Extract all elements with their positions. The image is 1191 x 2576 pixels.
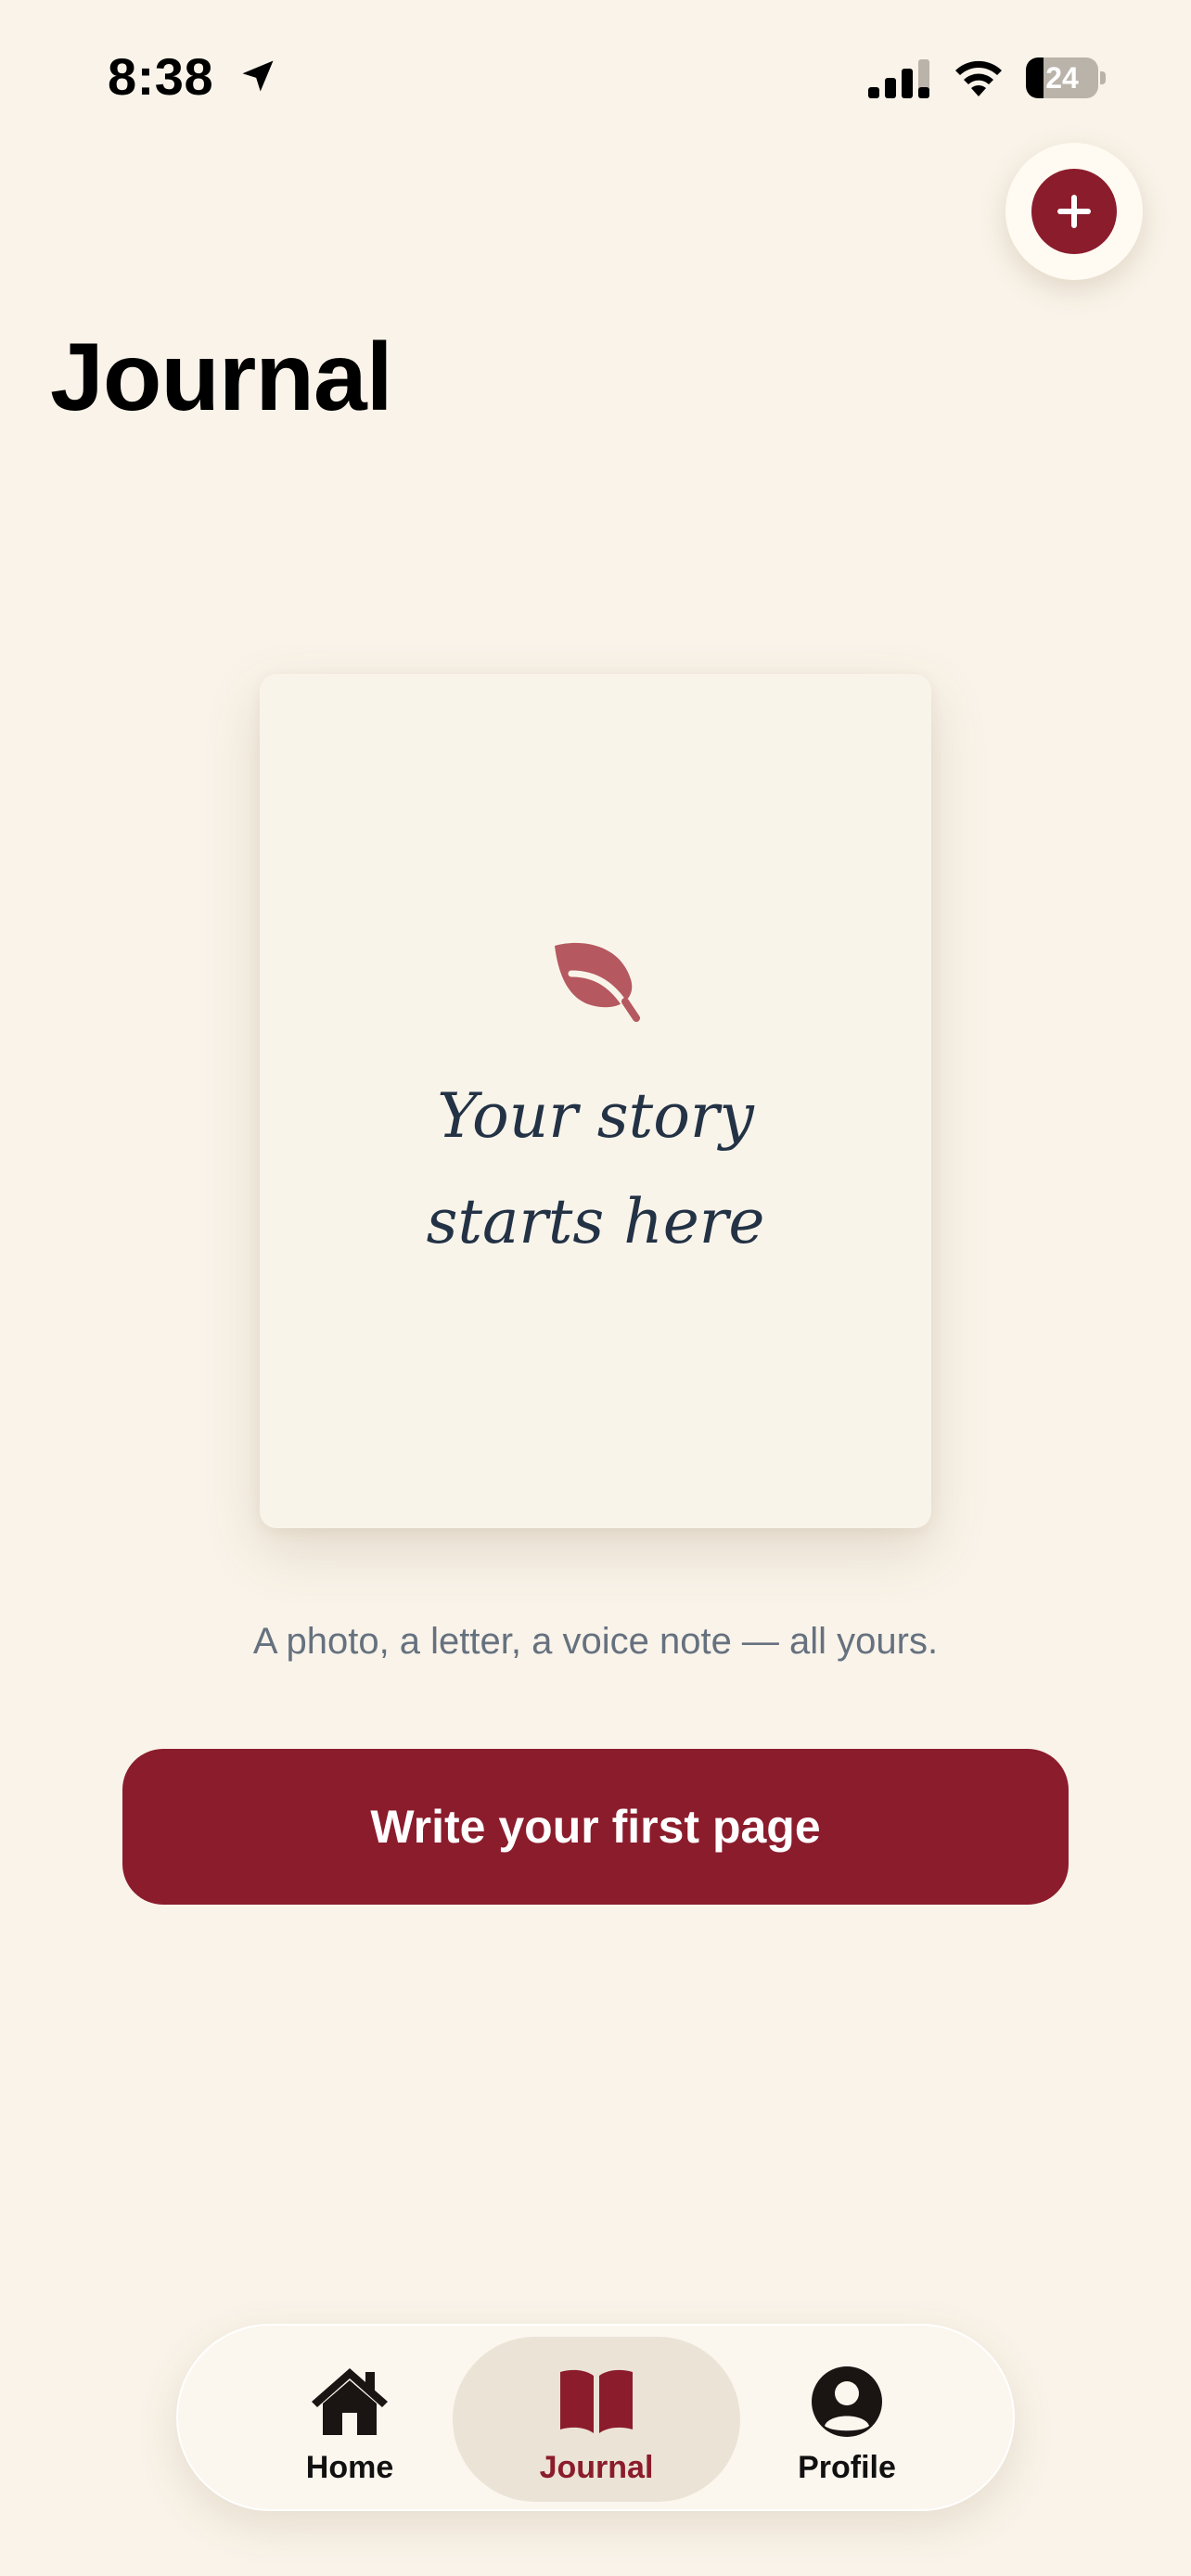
tab-journal[interactable]: Journal (453, 2337, 740, 2502)
status-time: 8:38 (108, 47, 214, 106)
tab-label-profile: Profile (798, 2450, 896, 2485)
empty-state-card: Your story starts here (260, 674, 931, 1528)
tab-profile[interactable]: Profile (703, 2337, 991, 2502)
wifi-icon (955, 60, 1002, 96)
tab-label-journal: Journal (539, 2450, 654, 2485)
write-first-page-button[interactable]: Write your first page (122, 1749, 1069, 1905)
status-bar: 8:38 24 (0, 0, 1191, 158)
tab-bar: Home Journal Profile (176, 2324, 1015, 2511)
battery-icon: 24 (1026, 57, 1106, 98)
add-entry-button[interactable] (1005, 143, 1143, 280)
tab-label-home: Home (305, 2450, 394, 2485)
leaf-icon (555, 942, 640, 1022)
location-arrow-icon (242, 60, 274, 92)
headline-line-1: Your story (437, 1080, 754, 1152)
house-icon (312, 2368, 388, 2435)
battery-percent: 24 (1045, 61, 1079, 95)
plus-icon (1057, 195, 1091, 228)
open-book-icon (560, 2369, 633, 2433)
person-circle-icon (812, 2366, 882, 2437)
tab-home[interactable]: Home (206, 2337, 493, 2502)
cellular-signal-icon (868, 59, 929, 98)
journal-screen: 8:38 24 Journal Your story starts here A… (0, 0, 1191, 2576)
empty-state-headline: Your story starts here (260, 1064, 931, 1275)
page-title: Journal (50, 324, 393, 431)
headline-line-2: starts here (426, 1186, 765, 1257)
empty-state-subtitle: A photo, a letter, a voice note — all yo… (252, 1621, 939, 1662)
